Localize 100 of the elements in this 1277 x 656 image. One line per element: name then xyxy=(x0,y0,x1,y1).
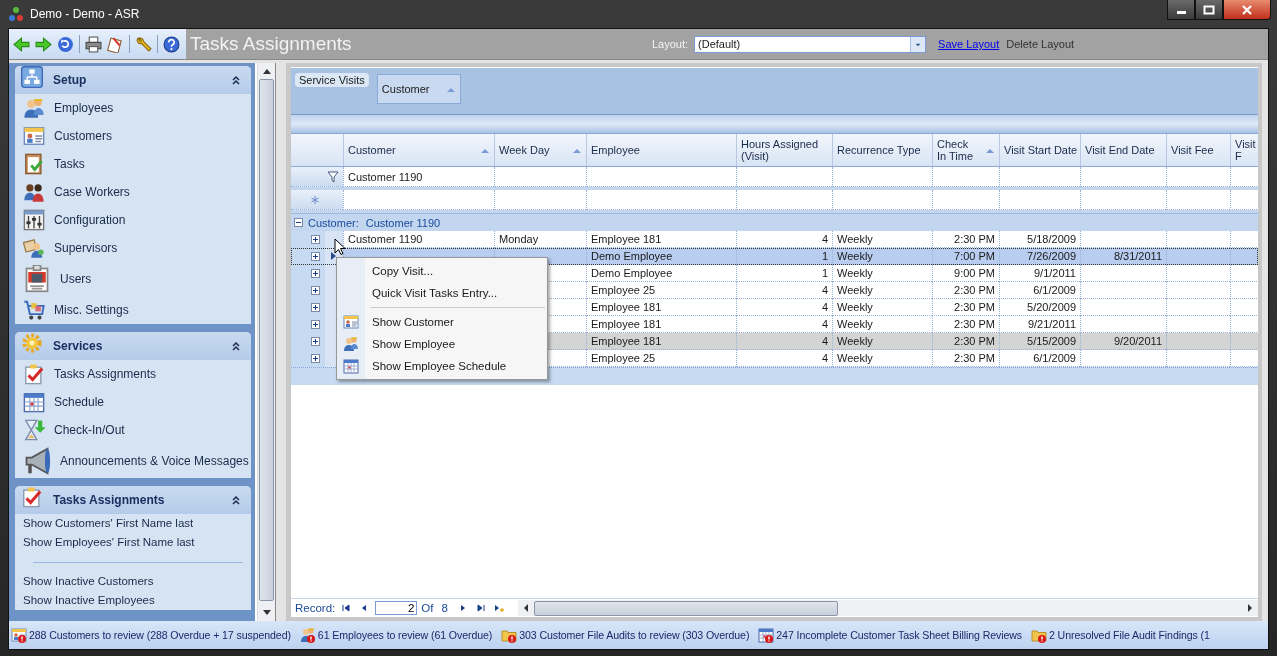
status-message[interactable]: 2 Unresolved File Audit Findings (1 xyxy=(1049,629,1210,641)
delete-layout-link[interactable]: Delete Layout xyxy=(1006,38,1075,50)
sidebar-group-header[interactable]: Setup xyxy=(15,66,251,94)
status-message[interactable]: 247 Incomplete Customer Task Sheet Billing Reviews xyxy=(776,629,1022,641)
sidebar-group-header[interactable]: Tasks Assignments xyxy=(15,486,251,514)
last-record-icon[interactable] xyxy=(475,604,486,612)
forward-arrow-icon[interactable] xyxy=(35,35,52,53)
sidebar-item[interactable]: Tasks xyxy=(54,157,85,171)
scroll-thumb[interactable] xyxy=(533,600,838,616)
new-row-cell[interactable] xyxy=(343,190,494,210)
new-row-cell[interactable] xyxy=(494,190,586,210)
filter-cell[interactable] xyxy=(1080,167,1166,187)
menu-item[interactable]: Quick Visit Tasks Entry... xyxy=(337,282,547,304)
filter-cell[interactable] xyxy=(832,167,932,187)
new-row-cell[interactable] xyxy=(586,190,736,210)
new-row-cell[interactable] xyxy=(1080,190,1166,210)
filter-cell[interactable] xyxy=(1230,167,1258,187)
column-header[interactable]: Customer xyxy=(343,134,494,166)
expand-icon[interactable] xyxy=(311,269,320,278)
scroll-thumb[interactable] xyxy=(259,79,274,601)
expand-icon[interactable] xyxy=(311,354,320,363)
filter-cell[interactable] xyxy=(932,167,999,187)
status-message[interactable]: 61 Employees to review (61 Overdue) xyxy=(317,629,493,641)
minimize-button[interactable] xyxy=(1167,0,1195,20)
filter-cell[interactable] xyxy=(736,167,832,187)
new-row-cell[interactable] xyxy=(832,190,932,210)
menu-item[interactable]: Show Employee Schedule xyxy=(337,355,547,377)
filter-cell[interactable] xyxy=(999,167,1080,187)
column-header[interactable]: Visit End Date xyxy=(1080,134,1166,166)
sidebar-link[interactable]: Show Inactive Customers xyxy=(15,572,251,591)
help-icon[interactable] xyxy=(163,35,180,53)
status-message[interactable]: 288 Customers to review (288 Overdue + 17 suspended) xyxy=(29,629,291,641)
expand-icon[interactable] xyxy=(311,252,320,261)
filter-field[interactable]: Customer 1190 xyxy=(343,167,494,187)
horizontal-scrollbar[interactable] xyxy=(517,600,1258,616)
column-header[interactable]: Check In Time xyxy=(932,134,999,166)
sidebar-item[interactable]: Users xyxy=(60,272,92,286)
sidebar-item[interactable]: Check-In/Out xyxy=(54,423,125,437)
sidebar-item[interactable]: Supervisors xyxy=(54,241,118,255)
expand-icon[interactable] xyxy=(311,320,320,329)
column-header[interactable]: Week Day xyxy=(494,134,586,166)
collapse-icon[interactable] xyxy=(294,218,303,227)
menu-item[interactable]: Show Customer xyxy=(337,311,547,333)
new-record-icon[interactable] xyxy=(493,604,504,612)
sidebar-item[interactable]: Configuration xyxy=(54,213,126,227)
alert-icon xyxy=(758,627,775,643)
back-arrow-icon[interactable] xyxy=(13,35,30,53)
sidebar-item[interactable]: Tasks Assignments xyxy=(54,367,157,381)
scroll-down-icon[interactable] xyxy=(261,609,272,617)
sidebar-item[interactable]: Schedule xyxy=(54,395,105,409)
refresh-icon[interactable] xyxy=(57,35,74,53)
sort-arrow-icon xyxy=(573,147,581,153)
printer-icon[interactable] xyxy=(85,35,102,53)
filter-cell[interactable] xyxy=(586,167,736,187)
first-record-icon[interactable] xyxy=(341,604,352,612)
expand-icon[interactable] xyxy=(311,286,320,295)
layout-dropdown[interactable]: (Default) xyxy=(694,35,927,53)
scrollbar[interactable] xyxy=(257,63,275,621)
new-row-cell[interactable] xyxy=(932,190,999,210)
sidebar-item[interactable]: Customers xyxy=(54,129,112,143)
alert-icon xyxy=(11,627,27,643)
table-cell: 4 xyxy=(736,350,832,367)
maximize-button[interactable] xyxy=(1195,0,1223,20)
collapse-chevron-icon[interactable] xyxy=(231,495,241,505)
sidebar-item[interactable]: Misc. Settings xyxy=(54,303,129,317)
column-header[interactable]: Recurrence Type xyxy=(832,134,932,166)
sidebar-link[interactable]: Show Inactive Employees xyxy=(15,591,251,610)
expand-icon[interactable] xyxy=(311,337,320,346)
column-header[interactable]: Visit Fee xyxy=(1166,134,1230,166)
column-header[interactable]: Visit Start Date xyxy=(999,134,1080,166)
new-row-cell[interactable] xyxy=(1230,190,1258,210)
sidebar-item[interactable]: Employees xyxy=(54,101,114,115)
filter-cell[interactable] xyxy=(494,167,586,187)
column-header[interactable]: Employee xyxy=(586,134,736,166)
sidebar-item[interactable]: Case Workers xyxy=(54,185,130,199)
status-message[interactable]: 303 Customer File Audits to review (303 Overdue) xyxy=(519,629,750,641)
new-row-cell[interactable] xyxy=(736,190,832,210)
megaphone-icon xyxy=(23,447,51,475)
filter-cell[interactable] xyxy=(1166,167,1230,187)
new-row-cell[interactable] xyxy=(1166,190,1230,210)
expand-icon[interactable] xyxy=(311,235,320,244)
new-row-icon[interactable] xyxy=(311,195,319,204)
collapse-chevron-icon[interactable] xyxy=(231,341,241,351)
sidebar-item[interactable]: Announcements & Voice Messages xyxy=(60,454,249,468)
sidebar-link[interactable]: Show Customers' First Name last xyxy=(15,514,251,533)
scroll-right-icon[interactable] xyxy=(1246,603,1254,613)
sidebar-group-header[interactable]: Services xyxy=(15,332,251,360)
new-row-cell[interactable] xyxy=(999,190,1080,210)
filter-icon[interactable] xyxy=(327,170,339,183)
save-layout-link[interactable]: Save Layout xyxy=(938,38,1000,50)
record-number-field[interactable]: 2 xyxy=(375,601,418,615)
expand-icon[interactable] xyxy=(311,303,320,312)
scroll-up-icon[interactable] xyxy=(261,67,272,75)
group-by-chip[interactable]: Customer xyxy=(376,74,461,104)
collapse-chevron-icon[interactable] xyxy=(231,75,241,85)
column-header[interactable]: Visit F xyxy=(1230,134,1258,166)
wrench-icon[interactable] xyxy=(135,35,152,53)
sidebar-link[interactable]: Show Employees' First Name last xyxy=(15,533,251,552)
column-header[interactable]: Hours Assigned (Visit) xyxy=(736,134,832,166)
close-button[interactable] xyxy=(1223,0,1271,20)
